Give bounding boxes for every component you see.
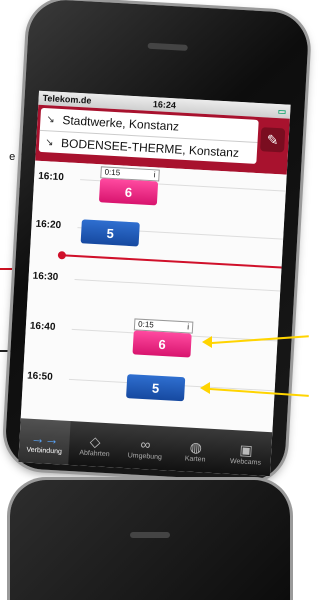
route-to-label: BODENSEE-THERME, Konstanz (60, 136, 240, 160)
tab-umgebung[interactable]: ∞ Umgebung (119, 424, 172, 471)
tab-label: Karten (184, 454, 206, 464)
route-from-label: Stadtwerke, Konstanz (62, 113, 180, 134)
info-icon[interactable]: i (187, 322, 192, 332)
tab-label: Webcams (229, 457, 262, 467)
annotation-text: e r (9, 151, 22, 163)
time-label: 16:30 (32, 270, 59, 284)
tab-karten[interactable]: ◍ Karten (169, 427, 222, 474)
trip-card[interactable]: 0:15 i 6 (132, 318, 194, 358)
gridline (74, 278, 281, 292)
to-arrow-icon: ↘ (44, 136, 54, 149)
route-box[interactable]: ↘ Stadtwerke, Konstanz ↘ BODENSEE-THERME… (38, 107, 259, 165)
trip-card[interactable]: 5 (126, 374, 186, 402)
camera-icon: ▣ (239, 440, 254, 458)
tab-label: Abfahrten (79, 449, 110, 458)
time-label: 16:10 (37, 170, 65, 184)
annotation-arrowhead-yellow-2 (200, 382, 210, 394)
tab-label: Verbindung (26, 446, 63, 456)
current-time-line (61, 254, 282, 269)
app-screen: Telekom.de 16:24 ▭ ↘ Stadtwerke, Konstan… (18, 90, 291, 477)
line-badge: 5 (126, 374, 186, 402)
from-arrow-icon: ↘ (46, 113, 56, 126)
tab-webcams[interactable]: ▣ Webcams (220, 429, 273, 476)
binoculars-icon: ∞ (140, 435, 151, 452)
second-phone-device (10, 480, 290, 600)
tab-verbindung[interactable]: →→ Verbindung (18, 418, 72, 465)
tab-label: Umgebung (127, 451, 163, 461)
map-icon: ◍ (189, 438, 203, 455)
timeline[interactable]: 16:10 16:20 16:30 16:40 16:50 0:15i 6 5 (20, 160, 287, 437)
current-time-dot (57, 251, 67, 260)
departures-icon: ◇ (89, 432, 102, 450)
speaker-grill (147, 42, 188, 51)
wrench-icon: ✎ (266, 131, 279, 149)
phone-body: Telekom.de 16:24 ▭ ↘ Stadtwerke, Konstan… (3, 0, 310, 483)
tab-abfahrten[interactable]: ◇ Abfahrten (69, 421, 122, 468)
time-label: 16:40 (29, 320, 56, 333)
settings-wrench-button[interactable]: ✎ (260, 127, 286, 153)
trip-card[interactable]: 5 (80, 219, 140, 247)
info-icon[interactable]: i (153, 170, 158, 180)
speaker-grill (130, 532, 170, 538)
time-label: 16:50 (26, 370, 53, 383)
annotation-arrowhead-yellow-1 (202, 336, 212, 348)
route-icon: →→ (30, 429, 60, 447)
line-badge: 5 (80, 219, 140, 247)
trip-card[interactable]: 0:15 i 6 (98, 166, 160, 206)
time-label: 16:20 (35, 218, 62, 232)
line-badge: 6 (132, 330, 192, 358)
line-badge: 6 (98, 178, 159, 206)
